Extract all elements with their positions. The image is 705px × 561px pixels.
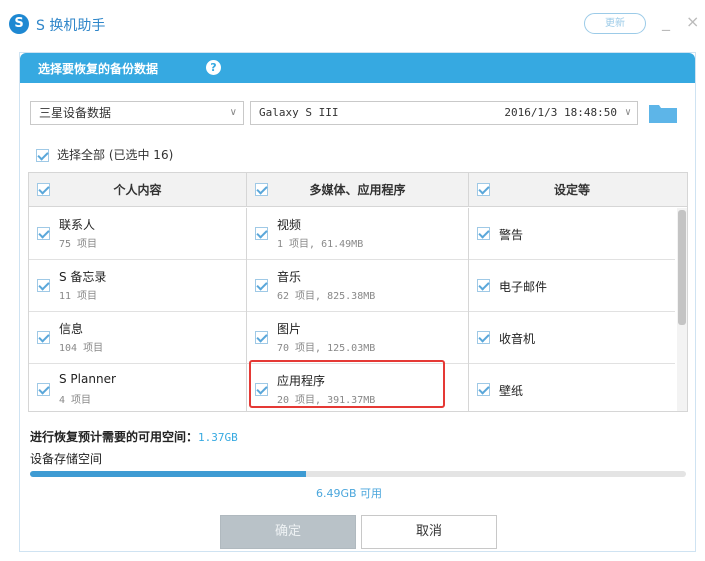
- item-pictures[interactable]: 图片 70 项目, 125.03MB: [247, 312, 469, 364]
- item-video[interactable]: 视频 1 项目, 61.49MB: [247, 208, 469, 260]
- table-row: 信息 104 项目 图片 70 项目, 125.03MB 收音机: [29, 312, 675, 364]
- select-all-checkbox[interactable]: 选择全部 (已选中 16): [36, 146, 173, 163]
- checkbox-checked-icon[interactable]: [477, 383, 490, 396]
- checkbox-checked-icon[interactable]: [477, 279, 490, 292]
- item-name: 联系人: [59, 218, 96, 232]
- item-alerts[interactable]: 警告: [469, 208, 675, 260]
- device-data-value: 三星设备数据: [39, 106, 112, 120]
- item-contacts[interactable]: 联系人 75 项目: [29, 208, 247, 260]
- item-count: 75 项目: [59, 239, 98, 250]
- table-row: S 备忘录 11 项目 音乐 62 项目, 825.38MB 电子邮件: [29, 260, 675, 312]
- item-email[interactable]: 电子邮件: [469, 260, 675, 312]
- item-count: 4 项目: [59, 395, 92, 406]
- item-wallpaper[interactable]: 壁纸: [469, 364, 675, 411]
- checkbox-checked-icon[interactable]: [255, 227, 268, 240]
- panel-header: 选择要恢复的备份数据 ?: [20, 53, 695, 83]
- item-count: 70 项目, 125.03MB: [277, 343, 376, 354]
- checkbox-checked-icon[interactable]: [37, 279, 50, 292]
- table-row: 联系人 75 项目 视频 1 项目, 61.49MB 警告: [29, 208, 675, 260]
- backup-device-name: Galaxy S III: [259, 106, 339, 119]
- item-s-planner[interactable]: S Planner 4 项目: [29, 364, 247, 411]
- backup-date: 2016/1/3 18:48:50: [504, 106, 617, 119]
- column-label: 个人内容: [113, 183, 162, 197]
- item-count: 1 项目, 61.49MB: [277, 239, 364, 250]
- storage-progress-bar: [30, 471, 686, 477]
- table-scrollbar[interactable]: [677, 208, 687, 411]
- item-name: 图片: [277, 322, 302, 336]
- checkbox-checked-icon[interactable]: [477, 227, 490, 240]
- item-name: 信息: [59, 322, 84, 336]
- item-radio[interactable]: 收音机: [469, 312, 675, 364]
- item-name: 音乐: [277, 270, 302, 284]
- checkbox-checked-icon[interactable]: [36, 149, 49, 162]
- checkbox-checked-icon[interactable]: [37, 331, 50, 344]
- title-bar: S S 换机助手 更新 _ ×: [0, 0, 705, 46]
- app-title: S 换机助手: [36, 18, 106, 34]
- checkbox-checked-icon[interactable]: [255, 279, 268, 292]
- item-count: 62 项目, 825.38MB: [277, 291, 376, 302]
- chevron-down-icon: ∨: [229, 107, 237, 118]
- column-header-personal[interactable]: 个人内容: [29, 173, 247, 207]
- help-icon[interactable]: ?: [206, 60, 221, 75]
- item-name: 收音机: [499, 332, 536, 346]
- chevron-down-icon: ∨: [624, 107, 631, 118]
- item-s-memo[interactable]: S 备忘录 11 项目: [29, 260, 247, 312]
- item-count: 104 项目: [59, 343, 104, 354]
- item-name: 警告: [499, 228, 524, 242]
- item-music[interactable]: 音乐 62 项目, 825.38MB: [247, 260, 469, 312]
- checkbox-checked-icon[interactable]: [37, 227, 50, 240]
- column-label: 设定等: [553, 183, 590, 197]
- minimize-icon[interactable]: _: [662, 12, 676, 32]
- panel-title: 选择要恢复的备份数据: [38, 62, 159, 76]
- cancel-button[interactable]: 取消: [361, 515, 497, 549]
- required-space: 进行恢复预计需要的可用空间：1.37GB: [30, 428, 238, 445]
- storage-available: 6.49GB 可用: [316, 487, 383, 500]
- item-messages[interactable]: 信息 104 项目: [29, 312, 247, 364]
- storage-label: 设备存储空间: [30, 452, 103, 466]
- folder-icon[interactable]: [648, 102, 678, 124]
- checkbox-checked-icon[interactable]: [255, 331, 268, 344]
- checkbox-checked-icon[interactable]: [37, 183, 50, 196]
- item-name: 电子邮件: [499, 280, 548, 294]
- scrollbar-thumb[interactable]: [678, 210, 686, 325]
- select-all-label: 选择全部 (已选中 16): [57, 148, 174, 162]
- restore-panel: 选择要恢复的备份数据 ? 三星设备数据 ∨ Galaxy S III 2016/…: [19, 52, 696, 552]
- item-name: S Planner: [59, 372, 116, 386]
- checkbox-checked-icon[interactable]: [477, 331, 490, 344]
- backup-dropdown[interactable]: Galaxy S III 2016/1/3 18:48:50 ∨: [250, 101, 638, 125]
- storage-progress-fill: [30, 471, 306, 477]
- column-label: 多媒体、应用程序: [309, 183, 406, 197]
- table-header: 个人内容 多媒体、应用程序 设定等: [29, 173, 687, 207]
- required-space-label: 进行恢复预计需要的可用空间：: [30, 430, 199, 444]
- item-name: S 备忘录: [59, 270, 107, 284]
- column-header-settings[interactable]: 设定等: [469, 173, 675, 207]
- confirm-button[interactable]: 确定: [220, 515, 356, 549]
- required-space-value: 1.37GB: [198, 431, 238, 444]
- checkbox-checked-icon[interactable]: [255, 183, 268, 196]
- close-icon[interactable]: ×: [686, 12, 700, 32]
- device-data-dropdown[interactable]: 三星设备数据 ∨: [30, 101, 244, 125]
- checkbox-checked-icon[interactable]: [477, 183, 490, 196]
- update-button[interactable]: 更新: [584, 13, 646, 34]
- column-header-media[interactable]: 多媒体、应用程序: [247, 173, 469, 207]
- item-name: 壁纸: [499, 384, 524, 398]
- highlight-box: [249, 360, 445, 408]
- item-count: 11 项目: [59, 291, 98, 302]
- checkbox-checked-icon[interactable]: [37, 383, 50, 396]
- item-name: 视频: [277, 218, 302, 232]
- app-logo-icon: S: [9, 14, 29, 34]
